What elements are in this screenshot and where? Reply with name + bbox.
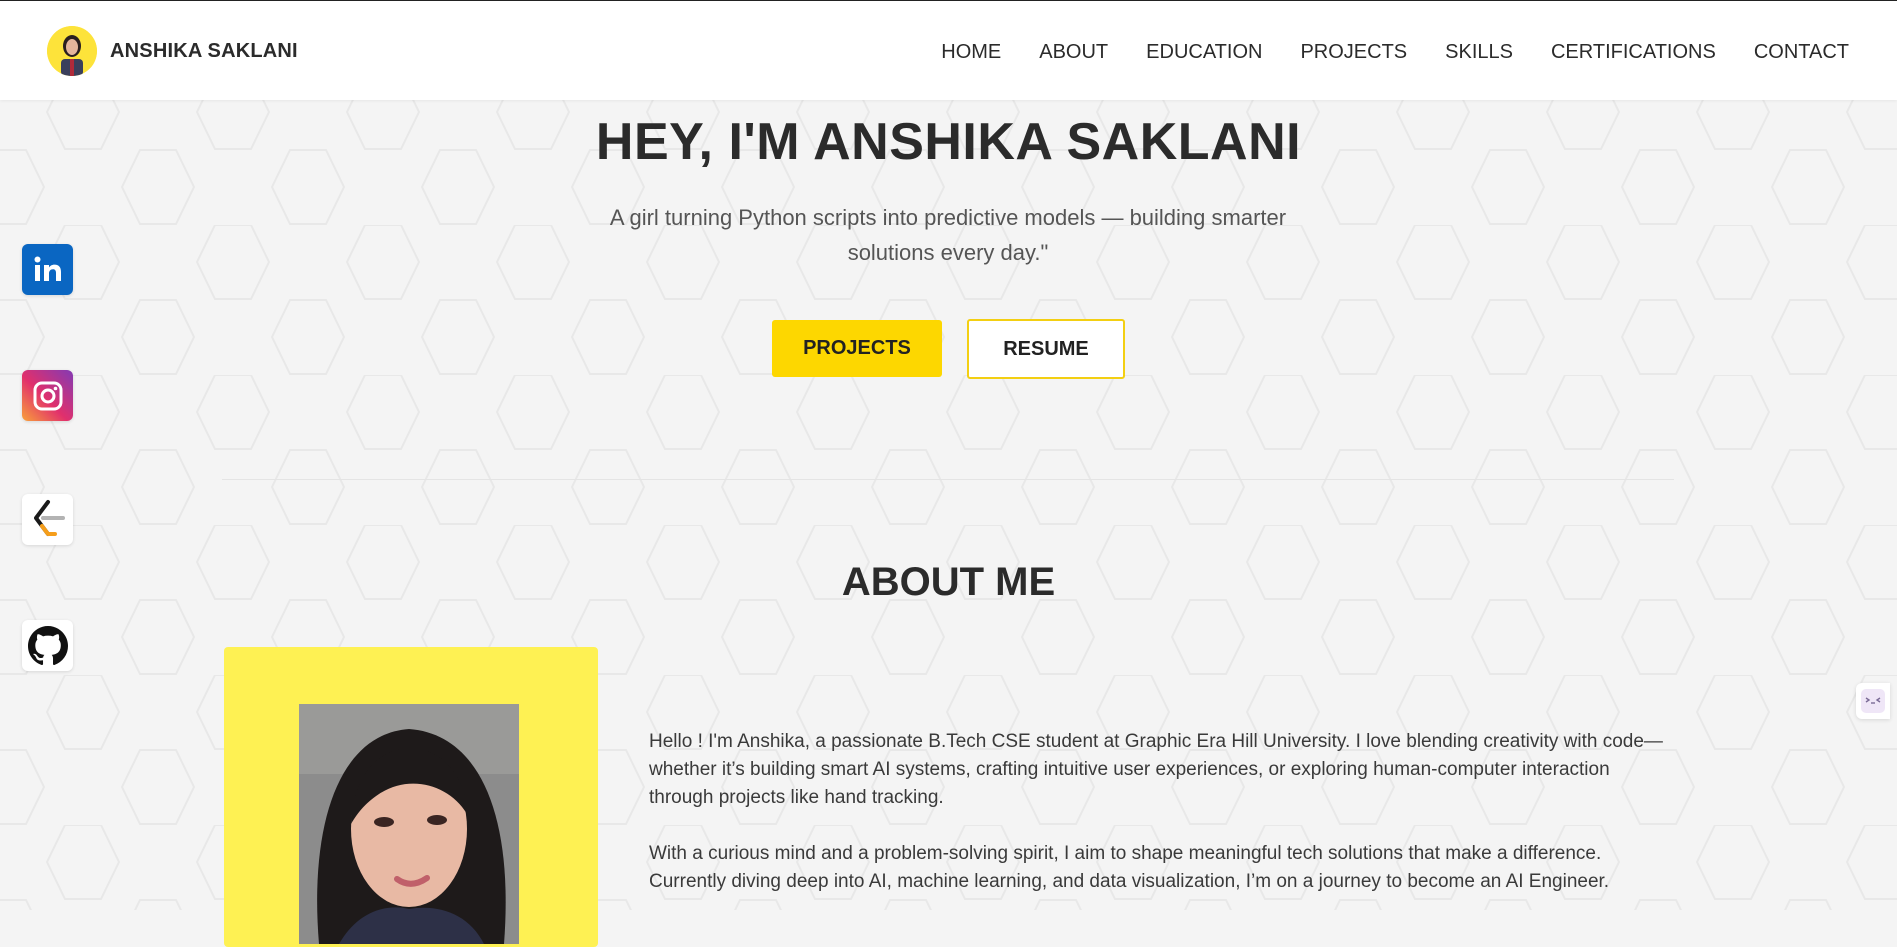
nav-item-home[interactable]: HOME [941, 41, 1001, 64]
linkedin-icon [34, 256, 61, 281]
brand[interactable]: ANSHIKA SAKLANI [47, 26, 298, 76]
projects-button[interactable]: PROJECTS [772, 320, 942, 377]
brand-name: ANSHIKA SAKLANI [110, 39, 298, 62]
leetcode-icon [33, 499, 65, 536]
floating-widget-button[interactable] [1856, 683, 1890, 719]
resume-button[interactable]: RESUME [967, 319, 1125, 379]
about-text: Hello ! I'm Anshika, a passionate B.Tech… [649, 728, 1669, 924]
about-paragraph: Hello ! I'm Anshika, a passionate B.Tech… [649, 731, 1663, 808]
leetcode-link[interactable] [22, 494, 73, 545]
github-link[interactable] [22, 620, 73, 671]
nav-item-about[interactable]: ABOUT [1039, 41, 1108, 64]
hero-subtitle: A girl turning Python scripts into predi… [609, 205, 1287, 265]
nav-item-education[interactable]: EDUCATION [1146, 41, 1262, 64]
instagram-icon [33, 381, 62, 410]
about-paragraph: With a curious mind and a problem-solvin… [649, 843, 1610, 892]
github-icon [27, 625, 68, 665]
nav-item-projects[interactable]: PROJECTS [1300, 41, 1407, 64]
instagram-link[interactable] [22, 370, 73, 421]
terminal-face-icon [1861, 689, 1885, 713]
nav-item-skills[interactable]: SKILLS [1445, 41, 1513, 64]
hero-title: HEY, I'M ANSHIKA SAKLANI [595, 113, 1302, 171]
main-nav: HOME ABOUT EDUCATION PROJECTS SKILLS CER… [941, 41, 1849, 64]
site-header: ANSHIKA SAKLANI HOME ABOUT EDUCATION PRO… [0, 0, 1897, 100]
profile-photo-icon [47, 26, 97, 76]
about-photo-frame [224, 647, 598, 947]
nav-item-contact[interactable]: CONTACT [1754, 41, 1849, 64]
section-divider [222, 479, 1674, 480]
linkedin-link[interactable] [22, 244, 73, 295]
about-title: ABOUT ME [841, 560, 1056, 604]
nav-item-certifications[interactable]: CERTIFICATIONS [1551, 41, 1716, 64]
about-photo [299, 704, 519, 944]
